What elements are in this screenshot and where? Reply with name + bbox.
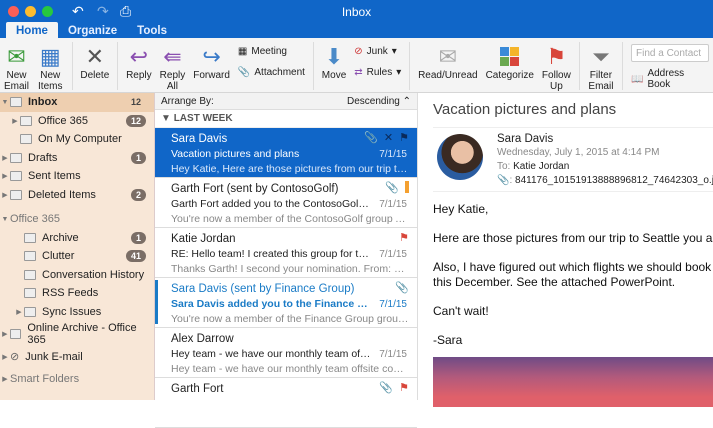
folder-sent-items[interactable]: ▶ Sent Items — [0, 167, 154, 186]
sent-date: Wednesday, July 1, 2015 at 4:14 PM — [497, 147, 660, 158]
inbox-icon — [10, 97, 22, 108]
message-item[interactable]: Sara Davis (sent by Finance Group) Sara … — [155, 278, 417, 328]
paperclip-icon: 📎: — [497, 175, 513, 186]
categorize-icon — [500, 42, 520, 70]
junk-icon: ⊘ — [354, 46, 363, 57]
paperclip-icon: 📎 — [379, 382, 394, 394]
filter-email-button[interactable]: ⏷ Filter Email — [584, 42, 619, 92]
paperclip-icon: 📎 — [237, 67, 251, 78]
rules-icon: ⇄ — [354, 67, 363, 78]
trash-icon — [10, 189, 22, 200]
new-items-icon: ▦ — [39, 43, 61, 69]
follow-up-button[interactable]: ⚑ Follow Up — [538, 42, 575, 92]
drafts-icon — [10, 152, 22, 163]
folder-inbox[interactable]: ▼ Inbox 12 — [0, 93, 154, 112]
folder-icon — [24, 251, 36, 262]
new-email-button[interactable]: ✉ New Email — [0, 42, 33, 92]
address-book-button[interactable]: 📖 Address Book — [631, 68, 709, 90]
forward-button[interactable]: ↪ Forward — [189, 42, 234, 81]
move-icon: ⬇ — [324, 43, 344, 69]
rules-button[interactable]: ⇄ Rules ▾ — [354, 67, 401, 78]
sent-icon — [10, 171, 22, 182]
window-title: Inbox — [341, 5, 372, 19]
message-item[interactable]: Garth Fort (sent by ContosoGolf) Garth F… — [155, 178, 417, 228]
message-header: Sara Davis Wednesday, July 1, 2015 at 4:… — [433, 127, 713, 192]
sort-order-button[interactable]: Descending ⌃ — [347, 96, 411, 107]
calendar-icon: ▦ — [237, 46, 248, 57]
categorize-button[interactable]: Categorize — [482, 42, 538, 81]
flag-icon[interactable]: ⚑ — [399, 381, 409, 396]
title-bar: ↶ ↷ ⎙ Inbox Home Organize Tools — [0, 0, 713, 38]
tab-home[interactable]: Home — [6, 22, 58, 38]
folder-clutter[interactable]: Clutter 41 — [0, 247, 154, 266]
folder-icon — [9, 329, 22, 340]
folder-archive[interactable]: Archive 1 — [0, 229, 154, 248]
flag-icon: ⚑ — [546, 43, 567, 69]
reply-all-button[interactable]: ⇚ Reply All — [156, 42, 190, 92]
move-button[interactable]: ⬇ Move — [318, 42, 350, 81]
category-marker-icon — [405, 181, 409, 193]
reply-icon: ↩ — [129, 43, 149, 69]
paperclip-icon: 📎 — [364, 132, 378, 144]
delete-icon: ✕ — [85, 43, 105, 69]
group-header[interactable]: ▼ LAST WEEK — [155, 110, 417, 128]
junk-icon: ⊘ — [10, 351, 20, 364]
folder-icon — [24, 288, 36, 299]
delete-icon[interactable]: ✕ — [384, 131, 393, 146]
account-office365-header[interactable]: ▼ Office 365 — [0, 210, 154, 229]
message-item[interactable]: Alex Darrow Hey team - we have our month… — [155, 328, 417, 378]
folder-office365-inbox[interactable]: ▶ Office 365 12 — [0, 112, 154, 131]
address-book-icon: 📖 — [631, 73, 644, 85]
message-item[interactable]: Garth Fort 📎 ⚑ — [155, 378, 417, 428]
folder-junk-email[interactable]: ▶ ⊘ Junk E-mail — [0, 348, 154, 367]
reply-button[interactable]: ↩ Reply — [122, 42, 156, 81]
new-email-icon: ✉ — [7, 43, 26, 69]
message-subject: Vacation pictures and plans — [433, 101, 617, 118]
inbox-icon — [20, 134, 32, 145]
filter-icon: ⏷ — [592, 43, 610, 69]
tab-tools[interactable]: Tools — [127, 22, 177, 38]
ribbon: ✉ New Email ▦ New Items ✕ Delete ↩ Reply ⇚ Re… — [0, 38, 713, 93]
smart-folders-header[interactable]: ▶ Smart Folders — [0, 370, 154, 389]
envelope-icon: ✉ — [438, 43, 458, 69]
meeting-button[interactable]: ▦ Meeting — [238, 46, 305, 57]
folder-deleted-items[interactable]: ▶ Deleted Items 2 — [0, 186, 154, 205]
message-item[interactable]: Sara Davis Vacation pictures and plans H… — [155, 128, 417, 178]
delete-button[interactable]: ✕ Delete — [76, 42, 113, 81]
forward-icon: ↪ — [202, 43, 221, 69]
folder-sync-issues[interactable]: ▶ Sync Issues — [0, 303, 154, 322]
flag-icon[interactable]: ⚑ — [399, 231, 409, 246]
find-contact-input[interactable]: Find a Contact — [631, 44, 709, 62]
message-body: Hey Katie, Here are those pictures from … — [433, 202, 713, 347]
sender-name[interactable]: Sara Davis — [497, 132, 713, 146]
tab-organize[interactable]: Organize — [58, 22, 127, 38]
flag-icon[interactable]: ⚑ — [399, 131, 409, 146]
reading-pane: Vacation pictures and plans Sara Davis W… — [419, 93, 713, 407]
folder-pane: ▼ Inbox 12 ▶ Office 365 12 On My Computer ▶ D… — [0, 93, 155, 400]
folder-icon — [24, 306, 36, 317]
recipient[interactable]: Katie Jordan — [513, 161, 569, 172]
folder-conversation-history[interactable]: Conversation History — [0, 266, 154, 285]
folder-online-archive[interactable]: ▶ Online Archive - Office 365 — [0, 322, 154, 346]
read-unread-button[interactable]: ✉ Read/Unread — [414, 42, 481, 81]
folder-rss-feeds[interactable]: RSS Feeds — [0, 284, 154, 303]
reply-all-icon: ⇚ — [163, 43, 182, 69]
paperclip-icon: 📎 — [385, 182, 399, 194]
new-items-button[interactable]: ▦ New Items — [33, 42, 68, 92]
folder-icon — [24, 269, 36, 280]
folder-icon — [24, 232, 36, 243]
folder-on-my-computer[interactable]: On My Computer — [0, 130, 154, 149]
junk-button[interactable]: ⊘ Junk ▾ — [354, 46, 401, 57]
folder-drafts[interactable]: ▶ Drafts 1 — [0, 149, 154, 168]
message-list: Arrange By: Descending ⌃ ▼ LAST WEEK Sara… — [155, 93, 418, 428]
arrange-by-button[interactable]: Arrange By: — [161, 96, 214, 107]
sender-avatar — [437, 134, 483, 180]
attachment-button[interactable]: 📎 Attachment — [238, 67, 305, 78]
inbox-icon — [20, 115, 32, 126]
message-item[interactable]: Katie Jordan RE: Hello team! I created t… — [155, 228, 417, 278]
paperclip-icon: 📎 — [395, 282, 409, 294]
attachment-file[interactable]: 841176_10151913888896812_74642303_o.jpg — [515, 175, 713, 186]
